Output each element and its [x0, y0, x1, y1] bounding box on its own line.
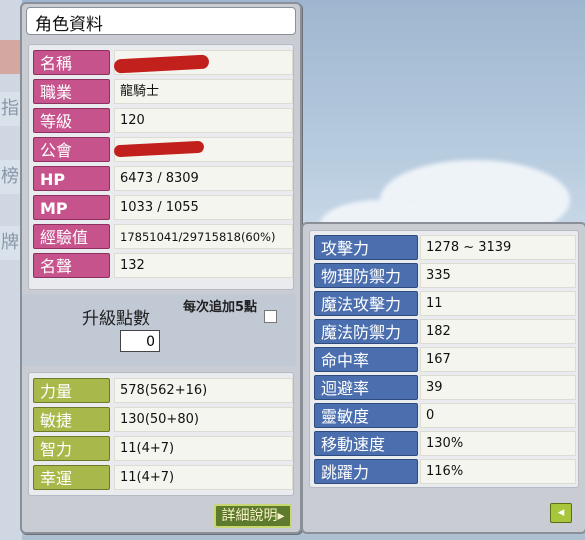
detail-row-attack: 攻擊力 1278 ~ 3139 — [312, 235, 576, 261]
stats-panel: 力量 578(562+16) 敏捷 130(50+80) 智力 11(4+7) … — [28, 372, 294, 496]
label-matk: 魔法攻擊力 — [314, 291, 418, 316]
label-str: 力量 — [33, 378, 110, 403]
stat-row-luk: 幸運 11(4+7) — [31, 465, 293, 491]
detail-row-accuracy: 命中率 167 — [312, 347, 576, 373]
label-name: 名稱 — [33, 50, 110, 75]
value-pdef: 335 — [420, 263, 576, 288]
label-job: 職業 — [33, 79, 110, 104]
info-row-mp: MP 1033 / 1055 — [31, 195, 293, 221]
character-info-window: 角色資料 名稱 職業 龍騎士 等級 120 公會 HP 6473 / 8309 … — [20, 2, 302, 534]
label-luk: 幸運 — [33, 465, 110, 490]
side-icon — [0, 40, 21, 74]
value-exp: 17851041/29715818(60%) — [114, 224, 293, 249]
label-hands: 靈敏度 — [314, 403, 418, 428]
info-row-name: 名稱 — [31, 50, 293, 76]
detail-row-avoid: 迴避率 39 — [312, 375, 576, 401]
side-icon: 榜 — [0, 160, 21, 194]
value-avoid: 39 — [420, 375, 576, 400]
value-luk: 11(4+7) — [114, 465, 293, 490]
auto-assign-checkbox[interactable] — [264, 310, 277, 323]
basic-info-panel: 名稱 職業 龍騎士 等級 120 公會 HP 6473 / 8309 MP 10… — [28, 44, 294, 290]
value-accuracy: 167 — [420, 347, 576, 372]
value-fame: 132 — [114, 253, 293, 278]
label-avoid: 迴避率 — [314, 375, 418, 400]
label-level: 等級 — [33, 108, 110, 133]
info-row-hp: HP 6473 / 8309 — [31, 166, 293, 192]
detail-row-hands: 靈敏度 0 — [312, 403, 576, 429]
label-attack: 攻擊力 — [314, 235, 418, 260]
label-pdef: 物理防禦力 — [314, 263, 418, 288]
info-row-level: 等級 120 — [31, 108, 293, 134]
value-attack: 1278 ~ 3139 — [420, 235, 576, 260]
label-accuracy: 命中率 — [314, 347, 418, 372]
window-title: 角色資料 — [35, 15, 103, 35]
auto-assign-label: 每次追加5點 — [182, 300, 258, 315]
window-title-bar[interactable]: 角色資料 — [26, 7, 296, 35]
value-level: 120 — [114, 108, 293, 133]
info-row-fame: 名聲 132 — [31, 253, 293, 279]
value-speed: 130% — [420, 431, 576, 456]
value-dex: 130(50+80) — [114, 407, 293, 432]
value-hp: 6473 / 8309 — [114, 166, 293, 191]
label-exp: 經驗值 — [33, 224, 110, 249]
detail-stats-panel: 攻擊力 1278 ~ 3139 物理防禦力 335 魔法攻擊力 11 魔法防禦力… — [309, 230, 579, 488]
label-speed: 移動速度 — [314, 431, 418, 456]
detail-row-speed: 移動速度 130% — [312, 431, 576, 457]
value-job: 龍騎士 — [114, 79, 293, 104]
stat-row-dex: 敏捷 130(50+80) — [31, 407, 293, 433]
label-guild: 公會 — [33, 137, 110, 162]
label-fame: 名聲 — [33, 253, 110, 278]
info-row-job: 職業 龍騎士 — [31, 79, 293, 105]
label-jump: 跳躍力 — [314, 459, 418, 484]
stat-row-int: 智力 11(4+7) — [31, 436, 293, 462]
stat-row-str: 力量 578(562+16) — [31, 378, 293, 404]
value-mp: 1033 / 1055 — [114, 195, 293, 220]
value-matk: 11 — [420, 291, 576, 316]
detail-stats-window: 攻擊力 1278 ~ 3139 物理防禦力 335 魔法攻擊力 11 魔法防禦力… — [301, 222, 585, 534]
value-str: 578(562+16) — [114, 378, 293, 403]
ability-points-panel: 升級點數 0 每次追加5點 — [22, 294, 296, 366]
label-mdef: 魔法防禦力 — [314, 319, 418, 344]
background-side-panel: 指 榜 牌 — [0, 0, 22, 540]
info-row-guild: 公會 — [31, 137, 293, 163]
detail-row-jump: 跳躍力 116% — [312, 459, 576, 485]
arrow-left-icon[interactable]: ◂ — [550, 503, 572, 523]
side-icon: 牌 — [0, 226, 21, 260]
ability-points-label: 升級點數 — [82, 309, 150, 329]
label-int: 智力 — [33, 436, 110, 461]
value-mdef: 182 — [420, 319, 576, 344]
value-int: 11(4+7) — [114, 436, 293, 461]
label-dex: 敏捷 — [33, 407, 110, 432]
label-hp: HP — [33, 166, 110, 191]
info-row-exp: 經驗值 17851041/29715818(60%) — [31, 224, 293, 250]
value-jump: 116% — [420, 459, 576, 484]
value-hands: 0 — [420, 403, 576, 428]
side-icon: 指 — [0, 92, 21, 126]
label-mp: MP — [33, 195, 110, 220]
detail-row-mdef: 魔法防禦力 182 — [312, 319, 576, 345]
detail-button[interactable]: 詳細說明▸ — [214, 504, 292, 528]
ability-points-value: 0 — [120, 330, 160, 352]
detail-row-matk: 魔法攻擊力 11 — [312, 291, 576, 317]
detail-row-pdef: 物理防禦力 335 — [312, 263, 576, 289]
